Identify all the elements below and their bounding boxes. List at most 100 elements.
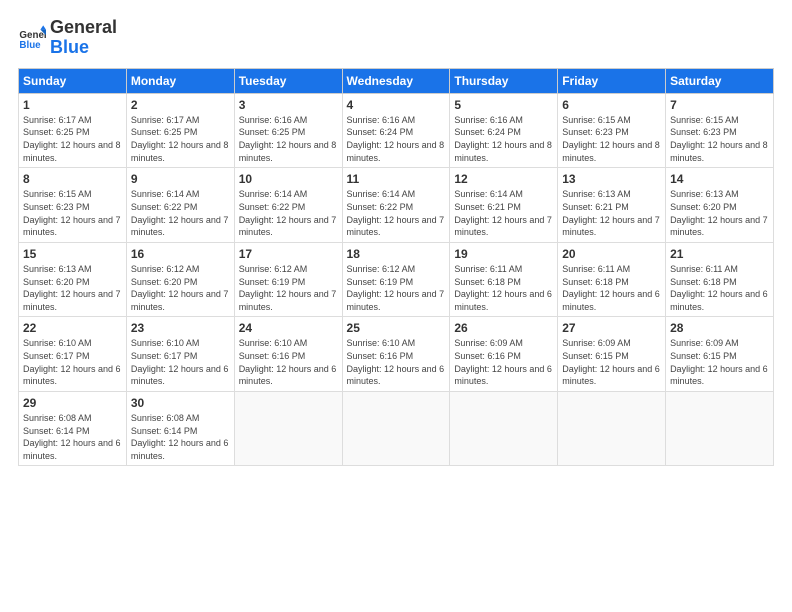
day-detail: Sunrise: 6:16 AMSunset: 6:24 PMDaylight:… <box>454 114 553 164</box>
calendar-cell: 28Sunrise: 6:09 AMSunset: 6:15 PMDayligh… <box>666 317 774 392</box>
day-detail: Sunrise: 6:11 AMSunset: 6:18 PMDaylight:… <box>454 263 553 313</box>
day-number: 8 <box>23 171 122 187</box>
calendar-cell <box>558 391 666 466</box>
calendar-cell: 14Sunrise: 6:13 AMSunset: 6:20 PMDayligh… <box>666 168 774 243</box>
day-detail: Sunrise: 6:16 AMSunset: 6:24 PMDaylight:… <box>347 114 446 164</box>
calendar-cell: 3Sunrise: 6:16 AMSunset: 6:25 PMDaylight… <box>234 93 342 168</box>
day-number: 26 <box>454 320 553 336</box>
day-number: 2 <box>131 97 230 113</box>
day-number: 12 <box>454 171 553 187</box>
day-number: 19 <box>454 246 553 262</box>
day-number: 24 <box>239 320 338 336</box>
header-day: Monday <box>126 68 234 93</box>
day-detail: Sunrise: 6:17 AMSunset: 6:25 PMDaylight:… <box>23 114 122 164</box>
day-number: 10 <box>239 171 338 187</box>
day-number: 29 <box>23 395 122 411</box>
day-number: 3 <box>239 97 338 113</box>
header-day: Friday <box>558 68 666 93</box>
calendar-week-row: 22Sunrise: 6:10 AMSunset: 6:17 PMDayligh… <box>19 317 774 392</box>
calendar-cell: 2Sunrise: 6:17 AMSunset: 6:25 PMDaylight… <box>126 93 234 168</box>
day-number: 9 <box>131 171 230 187</box>
day-number: 14 <box>670 171 769 187</box>
day-detail: Sunrise: 6:09 AMSunset: 6:15 PMDaylight:… <box>670 337 769 387</box>
day-detail: Sunrise: 6:17 AMSunset: 6:25 PMDaylight:… <box>131 114 230 164</box>
day-number: 5 <box>454 97 553 113</box>
calendar-cell: 7Sunrise: 6:15 AMSunset: 6:23 PMDaylight… <box>666 93 774 168</box>
calendar-cell: 9Sunrise: 6:14 AMSunset: 6:22 PMDaylight… <box>126 168 234 243</box>
logo: General Blue General Blue <box>18 18 117 58</box>
day-detail: Sunrise: 6:13 AMSunset: 6:20 PMDaylight:… <box>670 188 769 238</box>
calendar-cell: 16Sunrise: 6:12 AMSunset: 6:20 PMDayligh… <box>126 242 234 317</box>
calendar-cell: 19Sunrise: 6:11 AMSunset: 6:18 PMDayligh… <box>450 242 558 317</box>
day-number: 22 <box>23 320 122 336</box>
calendar-cell: 23Sunrise: 6:10 AMSunset: 6:17 PMDayligh… <box>126 317 234 392</box>
calendar-cell: 20Sunrise: 6:11 AMSunset: 6:18 PMDayligh… <box>558 242 666 317</box>
header-day: Wednesday <box>342 68 450 93</box>
calendar-cell: 8Sunrise: 6:15 AMSunset: 6:23 PMDaylight… <box>19 168 127 243</box>
logo-icon: General Blue <box>18 24 46 52</box>
day-detail: Sunrise: 6:11 AMSunset: 6:18 PMDaylight:… <box>670 263 769 313</box>
calendar-week-row: 15Sunrise: 6:13 AMSunset: 6:20 PMDayligh… <box>19 242 774 317</box>
day-number: 21 <box>670 246 769 262</box>
calendar-cell: 24Sunrise: 6:10 AMSunset: 6:16 PMDayligh… <box>234 317 342 392</box>
calendar-cell: 4Sunrise: 6:16 AMSunset: 6:24 PMDaylight… <box>342 93 450 168</box>
header-day: Sunday <box>19 68 127 93</box>
day-number: 6 <box>562 97 661 113</box>
calendar-cell: 22Sunrise: 6:10 AMSunset: 6:17 PMDayligh… <box>19 317 127 392</box>
logo-text: General Blue <box>50 18 117 58</box>
day-detail: Sunrise: 6:10 AMSunset: 6:16 PMDaylight:… <box>347 337 446 387</box>
calendar-cell <box>450 391 558 466</box>
calendar-cell <box>666 391 774 466</box>
day-detail: Sunrise: 6:15 AMSunset: 6:23 PMDaylight:… <box>23 188 122 238</box>
day-detail: Sunrise: 6:14 AMSunset: 6:22 PMDaylight:… <box>131 188 230 238</box>
calendar-cell: 6Sunrise: 6:15 AMSunset: 6:23 PMDaylight… <box>558 93 666 168</box>
header-day: Saturday <box>666 68 774 93</box>
day-number: 17 <box>239 246 338 262</box>
day-number: 4 <box>347 97 446 113</box>
day-detail: Sunrise: 6:09 AMSunset: 6:15 PMDaylight:… <box>562 337 661 387</box>
header-day: Thursday <box>450 68 558 93</box>
calendar-cell: 5Sunrise: 6:16 AMSunset: 6:24 PMDaylight… <box>450 93 558 168</box>
day-detail: Sunrise: 6:08 AMSunset: 6:14 PMDaylight:… <box>131 412 230 462</box>
day-number: 7 <box>670 97 769 113</box>
day-detail: Sunrise: 6:12 AMSunset: 6:19 PMDaylight:… <box>239 263 338 313</box>
day-detail: Sunrise: 6:08 AMSunset: 6:14 PMDaylight:… <box>23 412 122 462</box>
day-detail: Sunrise: 6:11 AMSunset: 6:18 PMDaylight:… <box>562 263 661 313</box>
day-number: 20 <box>562 246 661 262</box>
day-detail: Sunrise: 6:14 AMSunset: 6:22 PMDaylight:… <box>239 188 338 238</box>
calendar-week-row: 8Sunrise: 6:15 AMSunset: 6:23 PMDaylight… <box>19 168 774 243</box>
day-detail: Sunrise: 6:13 AMSunset: 6:21 PMDaylight:… <box>562 188 661 238</box>
day-number: 15 <box>23 246 122 262</box>
calendar-cell: 17Sunrise: 6:12 AMSunset: 6:19 PMDayligh… <box>234 242 342 317</box>
day-detail: Sunrise: 6:10 AMSunset: 6:17 PMDaylight:… <box>23 337 122 387</box>
day-detail: Sunrise: 6:14 AMSunset: 6:22 PMDaylight:… <box>347 188 446 238</box>
header: General Blue General Blue <box>18 18 774 58</box>
calendar-cell: 1Sunrise: 6:17 AMSunset: 6:25 PMDaylight… <box>19 93 127 168</box>
day-detail: Sunrise: 6:14 AMSunset: 6:21 PMDaylight:… <box>454 188 553 238</box>
day-number: 30 <box>131 395 230 411</box>
day-detail: Sunrise: 6:15 AMSunset: 6:23 PMDaylight:… <box>670 114 769 164</box>
calendar-week-row: 29Sunrise: 6:08 AMSunset: 6:14 PMDayligh… <box>19 391 774 466</box>
day-number: 28 <box>670 320 769 336</box>
page: General Blue General Blue SundayMondayTu… <box>0 0 792 476</box>
header-row: SundayMondayTuesdayWednesdayThursdayFrid… <box>19 68 774 93</box>
day-number: 13 <box>562 171 661 187</box>
day-number: 25 <box>347 320 446 336</box>
day-number: 11 <box>347 171 446 187</box>
calendar-cell: 10Sunrise: 6:14 AMSunset: 6:22 PMDayligh… <box>234 168 342 243</box>
calendar-cell: 13Sunrise: 6:13 AMSunset: 6:21 PMDayligh… <box>558 168 666 243</box>
calendar-week-row: 1Sunrise: 6:17 AMSunset: 6:25 PMDaylight… <box>19 93 774 168</box>
calendar-table: SundayMondayTuesdayWednesdayThursdayFrid… <box>18 68 774 467</box>
day-number: 16 <box>131 246 230 262</box>
calendar-cell: 21Sunrise: 6:11 AMSunset: 6:18 PMDayligh… <box>666 242 774 317</box>
calendar-cell: 25Sunrise: 6:10 AMSunset: 6:16 PMDayligh… <box>342 317 450 392</box>
day-detail: Sunrise: 6:13 AMSunset: 6:20 PMDaylight:… <box>23 263 122 313</box>
day-detail: Sunrise: 6:12 AMSunset: 6:20 PMDaylight:… <box>131 263 230 313</box>
header-day: Tuesday <box>234 68 342 93</box>
day-number: 1 <box>23 97 122 113</box>
calendar-cell: 26Sunrise: 6:09 AMSunset: 6:16 PMDayligh… <box>450 317 558 392</box>
calendar-cell: 30Sunrise: 6:08 AMSunset: 6:14 PMDayligh… <box>126 391 234 466</box>
svg-text:Blue: Blue <box>19 40 41 51</box>
calendar-cell: 12Sunrise: 6:14 AMSunset: 6:21 PMDayligh… <box>450 168 558 243</box>
calendar-cell <box>234 391 342 466</box>
